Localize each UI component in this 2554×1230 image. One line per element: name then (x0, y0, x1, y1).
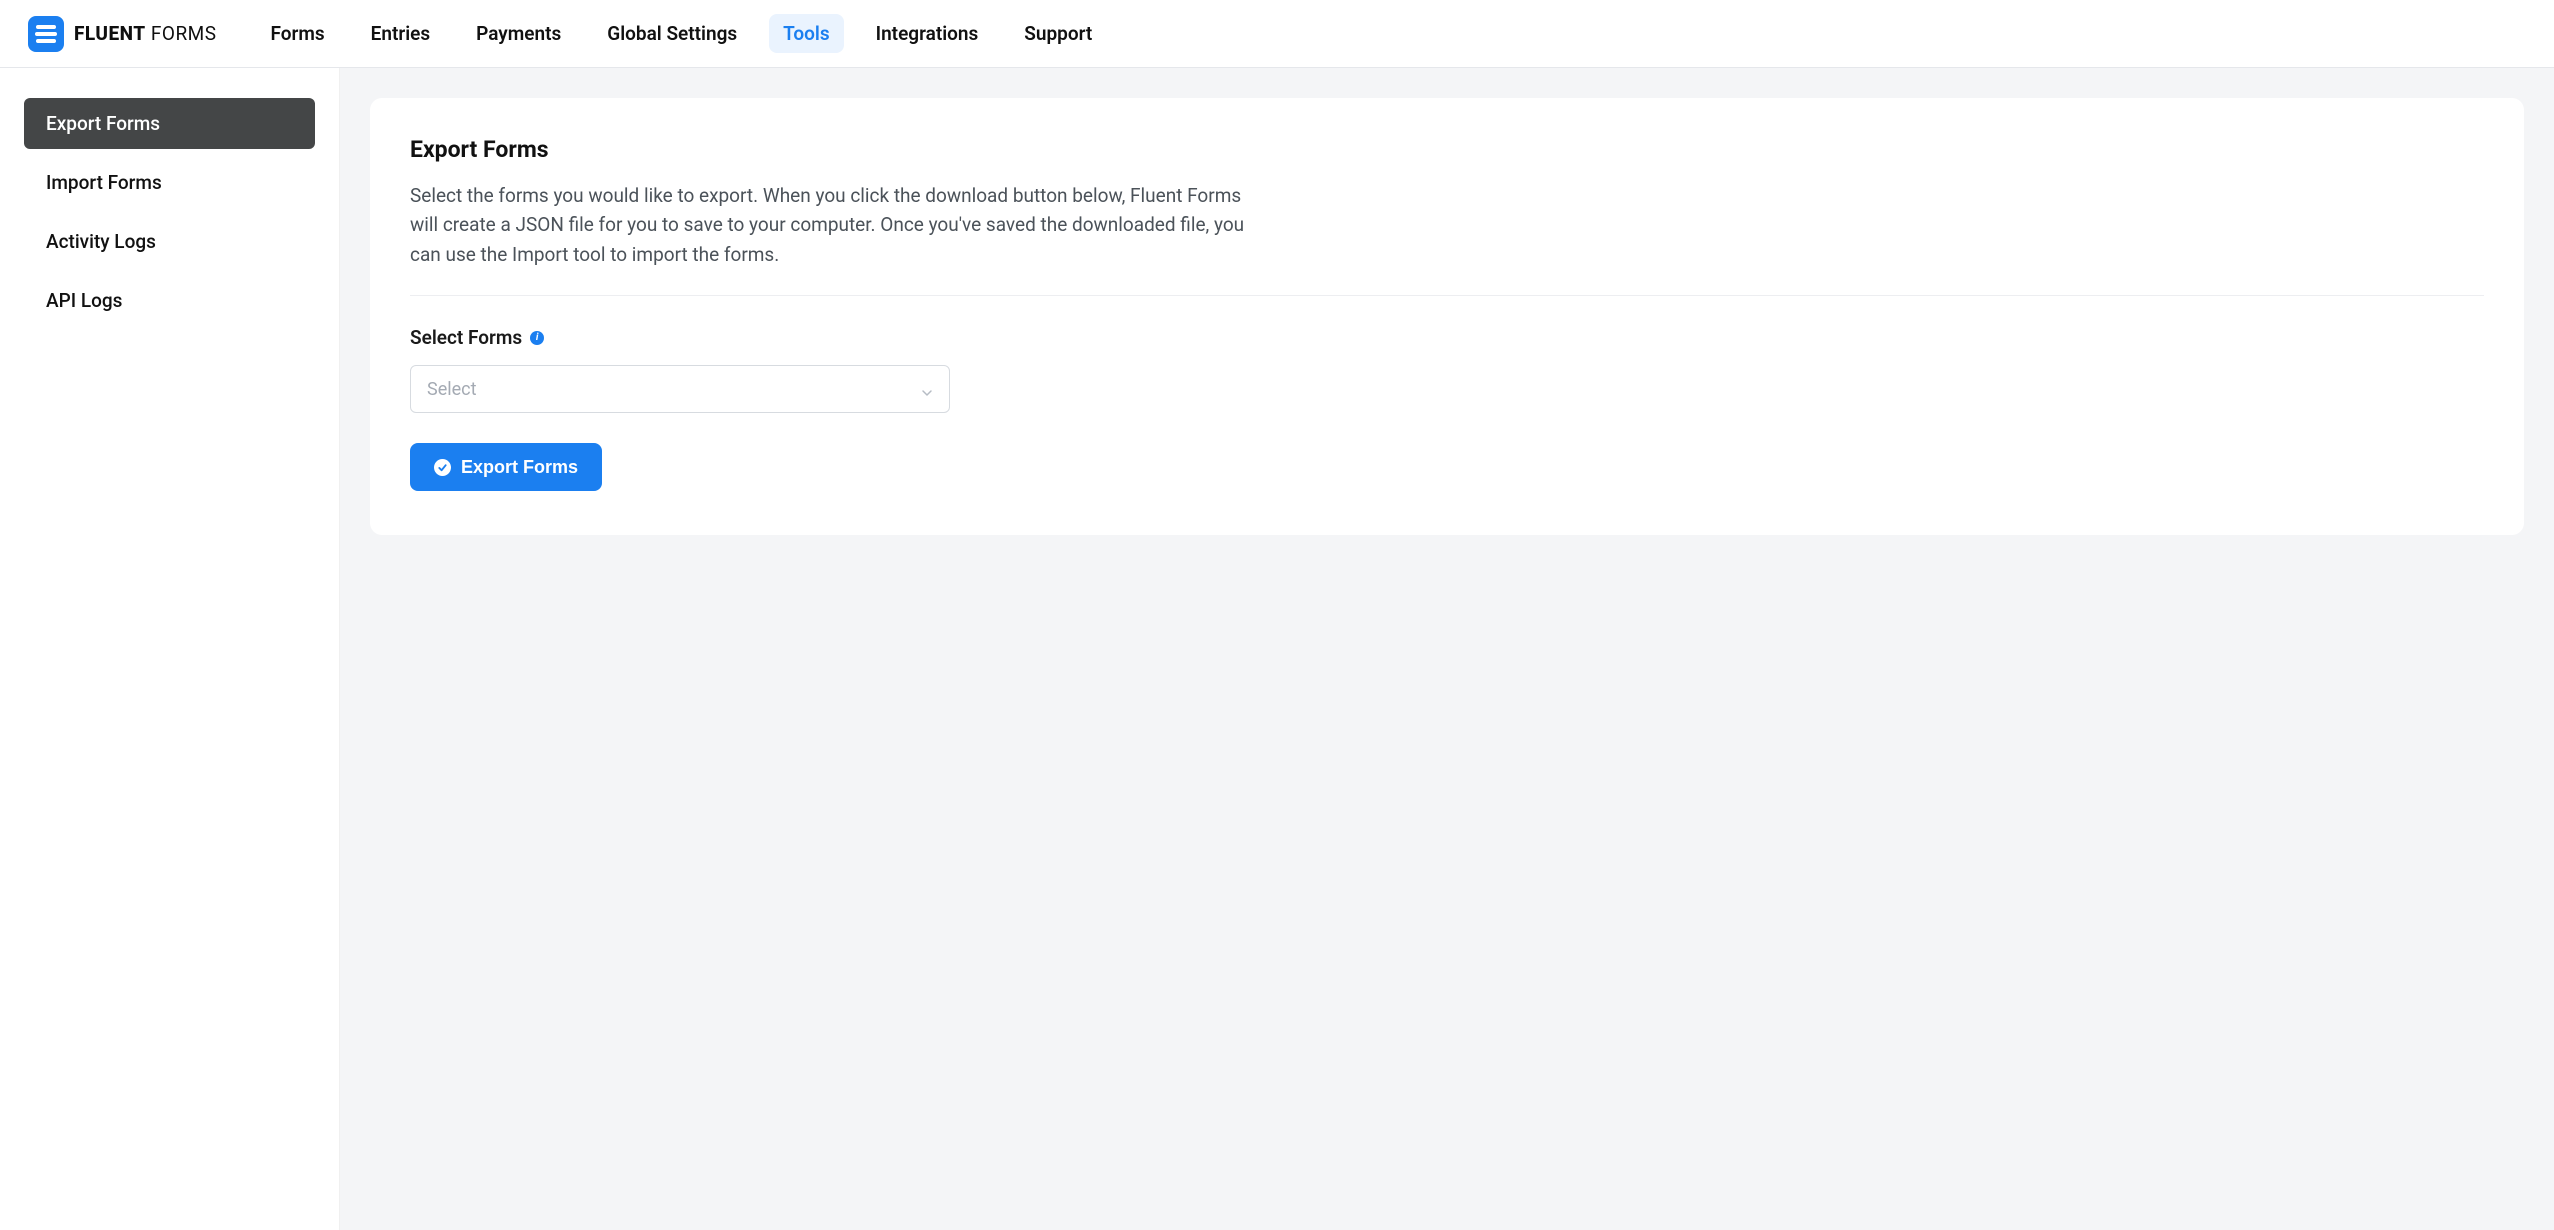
brand-bold: FLUENT (74, 22, 146, 45)
sidebar-item-export-forms[interactable]: Export Forms (24, 98, 315, 149)
top-header: FLUENT FORMS Forms Entries Payments Glob… (0, 0, 2554, 68)
check-circle-icon (434, 459, 451, 476)
chevron-down-icon (921, 383, 933, 395)
sidebar: Export Forms Import Forms Activity Logs … (0, 68, 340, 1230)
export-button-label: Export Forms (461, 457, 578, 478)
divider (410, 295, 2484, 296)
field-label-row: Select Forms i (410, 326, 2484, 349)
brand-thin: FORMS (146, 22, 217, 45)
export-forms-button[interactable]: Export Forms (410, 443, 602, 491)
nav-payments[interactable]: Payments (462, 14, 575, 53)
nav-tools[interactable]: Tools (769, 14, 843, 53)
main-content: Export Forms Select the forms you would … (340, 68, 2554, 1230)
nav-entries[interactable]: Entries (357, 14, 444, 53)
primary-nav: Forms Entries Payments Global Settings T… (257, 14, 1107, 53)
select-placeholder: Select (427, 379, 476, 400)
page-title: Export Forms (410, 136, 2484, 163)
nav-forms[interactable]: Forms (257, 14, 339, 53)
nav-global-settings[interactable]: Global Settings (593, 14, 751, 53)
select-forms-label: Select Forms (410, 326, 522, 349)
info-icon[interactable]: i (530, 331, 544, 345)
export-card: Export Forms Select the forms you would … (370, 98, 2524, 535)
brand-logo-text: FLUENT FORMS (74, 22, 217, 45)
nav-integrations[interactable]: Integrations (862, 14, 993, 53)
nav-support[interactable]: Support (1010, 14, 1106, 53)
page-description: Select the forms you would like to expor… (410, 181, 1260, 269)
brand-logo-icon (28, 16, 64, 52)
sidebar-item-activity-logs[interactable]: Activity Logs (24, 216, 315, 267)
brand-logo[interactable]: FLUENT FORMS (28, 16, 217, 52)
page-layout: Export Forms Import Forms Activity Logs … (0, 68, 2554, 1230)
sidebar-item-api-logs[interactable]: API Logs (24, 275, 315, 326)
sidebar-item-import-forms[interactable]: Import Forms (24, 157, 315, 208)
select-forms-dropdown[interactable]: Select (410, 365, 950, 413)
